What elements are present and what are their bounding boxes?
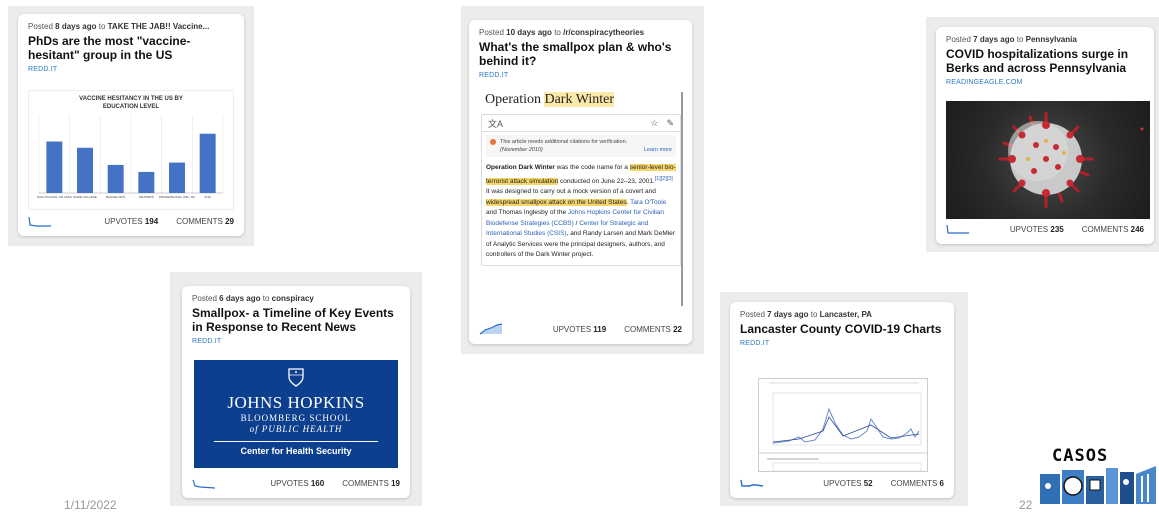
source-link[interactable]: READINGEAGLE.COM [946,79,1144,86]
jhu-shield-icon [288,368,304,387]
virus-image[interactable] [946,101,1150,219]
jhu-school-1: BLOOMBERG SCHOOL [240,413,352,423]
chart-title: VACCINE HESITANCY IN THE US BY EDUCATION… [79,96,183,110]
post-title[interactable]: PhDs are the most "vaccine-hesitant" gro… [28,34,234,62]
post-title[interactable]: Smallpox- a Timeline of Key Events in Re… [192,306,400,334]
comments[interactable]: COMMENTS 22 [624,325,682,334]
category-label: HIGH SCHOOL OR LESS [37,195,72,199]
upvotes: UPVOTES 160 [270,478,325,488]
category-label: BACHELOR'S [106,195,125,199]
community-link[interactable]: /r/conspiracytheories [563,28,644,37]
post-meta: Posted 7 days ago to Pennsylvania [946,35,1077,44]
translate-icon[interactable]: 文A [488,117,503,130]
comments[interactable]: COMMENTS 19 [342,479,400,488]
source-link[interactable]: REDD.IT [479,72,682,79]
post-footer: UPVOTES 235 COMMENTS 246 [946,222,1144,236]
category-label: SOME COLLEGE [73,195,97,199]
community-link[interactable]: TAKE THE JAB!! Vaccine... [108,22,210,31]
post-footer: UPVOTES 194 COMMENTS 29 [28,214,234,228]
covid-charts-thumbnail[interactable] [758,378,928,472]
sparkline-icon [479,323,503,335]
sparkline-icon [946,224,969,234]
virus-illustration [998,111,1144,209]
sparkline-icon [740,479,764,487]
sparkline-icon [28,216,51,227]
upvotes: UPVOTES 235 [1009,224,1064,234]
post-title[interactable]: What's the smallpox plan & who's behind … [479,40,682,68]
post-card-smallpox-timeline[interactable]: Posted 6 days ago to conspiracy Smallpox… [182,286,410,498]
jhu-thumbnail[interactable]: JOHNS HOPKINS BLOOMBERG SCHOOL of PUBLIC… [194,360,398,468]
post-card-phds[interactable]: Posted 8 days ago to TAKE THE JAB!! Vacc… [18,14,244,236]
post-card-pennsylvania[interactable]: Posted 7 days ago to Pennsylvania COVID … [936,27,1154,244]
slide-page-number: 22 [1019,498,1033,512]
community-link[interactable]: conspiracy [272,294,314,303]
wiki-box: 文A ☆ ✎ This article needs additional cit… [481,114,681,266]
jhu-name: JOHNS HOPKINS [227,393,365,412]
casos-logo-text: CASOS [1052,446,1109,466]
casos-logo: CASOS [1038,444,1159,506]
warning-icon [490,139,496,145]
community-link[interactable]: Lancaster, PA [820,310,872,319]
post-title[interactable]: Lancaster County COVID-19 Charts [740,322,944,336]
post-title[interactable]: COVID hospitalizations surge in Berks an… [946,47,1144,75]
upvotes: UPVOTES 194 [104,216,159,226]
bar [138,171,155,193]
bar [199,133,216,193]
bar-chart: HIGH SCHOOL OR LESS SOME COLLEGE BACHELOR'… [37,115,224,199]
bar [107,164,124,193]
category-label: PHD [204,195,211,199]
post-footer: UPVOTES 160 COMMENTS 19 [192,476,400,490]
post-card-lancaster[interactable]: Posted 7 days ago to Lancaster, PA Lanca… [730,302,954,498]
bar [46,141,63,193]
pencil-icon[interactable]: ✎ [666,118,674,129]
comments[interactable]: COMMENTS 29 [176,217,234,226]
bar [77,147,93,193]
jhu-school-2: of PUBLIC HEALTH [249,424,343,434]
jhu-center: Center for Health Security [240,446,352,456]
line-chart-image [759,382,927,471]
comments[interactable]: COMMENTS 6 [891,479,944,488]
learn-more-link[interactable]: Learn more [644,146,672,154]
post-footer: UPVOTES 119 COMMENTS 22 [479,322,682,336]
post-meta: Posted 10 days ago to /r/conspiracytheor… [479,28,645,37]
wiki-toolbar: 文A ☆ ✎ [482,115,680,132]
category-label: PROFESSIONAL (MD, JD) [159,195,195,199]
slide-date: 1/11/2022 [64,498,117,512]
post-meta: Posted 6 days ago to conspiracy [192,294,314,303]
wiki-thumbnail[interactable]: Operation Dark Winter 文A ☆ ✎ This articl… [481,92,683,306]
source-link[interactable]: REDD.IT [740,340,944,347]
upvotes: UPVOTES 52 [823,478,873,488]
star-icon[interactable]: ☆ [650,118,658,129]
source-link[interactable]: REDD.IT [192,338,400,345]
source-link[interactable]: REDD.IT [28,66,234,73]
casos-logo-graphic [1040,466,1156,504]
upvotes: UPVOTES 119 [552,324,607,334]
wiki-paragraph: Operation Dark Winter was the code name … [486,164,676,259]
chart-thumbnail[interactable]: VACCINE HESITANCY IN THE US BY EDUCATION… [28,90,234,210]
wiki-heading: Operation Dark Winter [485,92,615,107]
category-label: MASTERS [139,195,154,199]
jhu-divider [214,441,378,442]
post-meta: Posted 7 days ago to Lancaster, PA [740,310,872,319]
bar [169,162,185,193]
post-meta: Posted 8 days ago to TAKE THE JAB!! Vacc… [28,22,210,31]
citation-notice: This article needs additional citations … [486,135,676,157]
post-card-smallpox-plan[interactable]: Posted 10 days ago to /r/conspiracytheor… [469,20,692,344]
post-footer: UPVOTES 52 COMMENTS 6 [740,476,944,490]
comments[interactable]: COMMENTS 246 [1082,225,1144,234]
sparkline-icon [192,479,216,489]
community-link[interactable]: Pennsylvania [1026,35,1077,44]
